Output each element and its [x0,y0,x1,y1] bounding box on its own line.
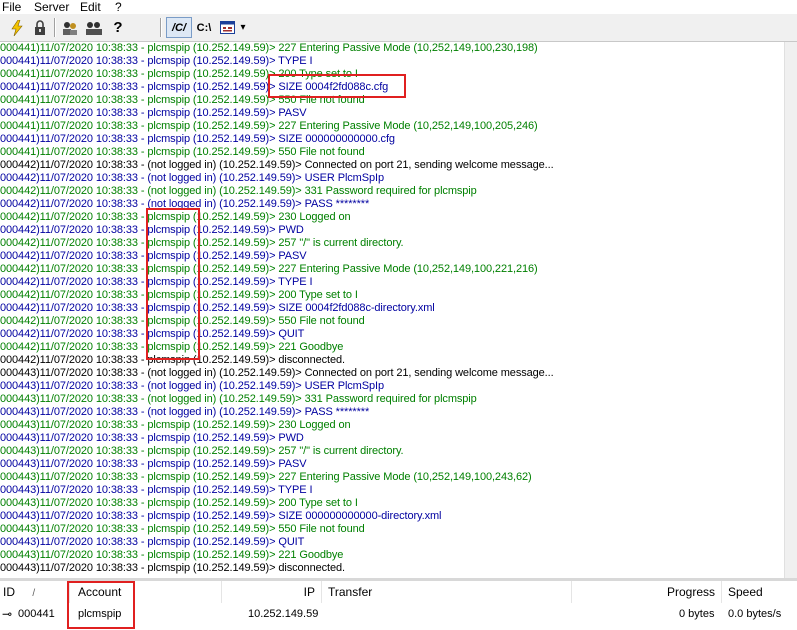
log-line: 000442)11/07/2020 10:38:33 - plcmspip (1… [0,328,305,340]
log-line: 000443)11/07/2020 10:38:33 - (not logged… [0,393,477,405]
log-line: 000443)11/07/2020 10:38:33 - plcmspip (1… [0,510,442,522]
log-line: 000443)11/07/2020 10:38:33 - plcmspip (1… [0,562,345,574]
log-line: 000442)11/07/2020 10:38:33 - (not logged… [0,198,370,210]
menu-help[interactable]: ? [115,0,122,14]
column-header-speed[interactable]: Speed [722,581,797,603]
column-header-transfer[interactable]: Transfer [322,581,572,603]
help-icon[interactable]: ? [107,17,129,38]
log-line: 000443)11/07/2020 10:38:33 - plcmspip (1… [0,523,365,535]
log-line: 000441)11/07/2020 10:38:33 - plcmspip (1… [0,42,538,54]
log-panel: 000441)11/07/2020 10:38:33 - plcmspip (1… [0,42,784,578]
log-line: 000443)11/07/2020 10:38:33 - plcmspip (1… [0,445,404,457]
sessions-panel: ID / Account IP Transfer Progress Speed … [0,581,797,630]
vertical-scrollbar[interactable] [784,42,797,578]
session-speed: 0.0 bytes/s [728,608,782,620]
log-line: 000442)11/07/2020 10:38:33 - plcmspip (1… [0,237,404,249]
log-line: 000443)11/07/2020 10:38:33 - plcmspip (1… [0,484,313,496]
log-line: 000441)11/07/2020 10:38:33 - plcmspip (1… [0,133,395,145]
dos-path-icon[interactable]: C:\ [192,17,216,38]
users-icon[interactable] [59,17,81,38]
log-line: 000442)11/07/2020 10:38:33 - (not logged… [0,172,384,184]
log-line: 000442)11/07/2020 10:38:33 - (not logged… [0,159,554,171]
log-line: 000441)11/07/2020 10:38:33 - plcmspip (1… [0,68,358,80]
log-line: 000443)11/07/2020 10:38:33 - plcmspip (1… [0,549,344,561]
menu-bar: File Server Edit ? [0,0,797,14]
log-line: 000442)11/07/2020 10:38:33 - plcmspip (1… [0,224,304,236]
log-line: 000441)11/07/2020 10:38:33 - plcmspip (1… [0,94,365,106]
dropdown-arrow-icon[interactable]: ▾ [236,17,250,38]
log-line: 000443)11/07/2020 10:38:33 - (not logged… [0,367,554,379]
help-glyph: ? [113,19,123,36]
log-line: 000442)11/07/2020 10:38:33 - plcmspip (1… [0,302,435,314]
toolbar-separator [54,18,56,37]
groups-icon[interactable] [83,17,105,38]
log-line: 000442)11/07/2020 10:38:33 - plcmspip (1… [0,341,344,353]
lock-icon[interactable] [29,17,51,38]
log-line: 000441)11/07/2020 10:38:33 - plcmspip (1… [0,107,307,119]
session-account: plcmspip [78,608,122,620]
unix-path-icon[interactable]: /C/ [166,17,192,38]
column-header-ip[interactable]: IP [222,581,322,603]
log-line: 000442)11/07/2020 10:38:33 - plcmspip (1… [0,250,307,262]
log-line: 000442)11/07/2020 10:38:33 - plcmspip (1… [0,263,538,275]
log-line: 000443)11/07/2020 10:38:33 - plcmspip (1… [0,419,351,431]
log-line: 000442)11/07/2020 10:38:33 - plcmspip (1… [0,354,345,366]
column-header-account[interactable]: Account [70,581,222,603]
log-line: 000443)11/07/2020 10:38:33 - plcmspip (1… [0,536,305,548]
session-icon: ⊸ [2,607,13,621]
log-line: 000441)11/07/2020 10:38:33 - plcmspip (1… [0,146,365,158]
menu-server[interactable]: Server [34,0,69,14]
menu-file[interactable]: File [2,0,21,14]
log-line: 000443)11/07/2020 10:38:33 - plcmspip (1… [0,471,532,483]
toolbar-separator [160,18,162,37]
log-line: 000442)11/07/2020 10:38:33 - plcmspip (1… [0,211,351,223]
log-line: 000442)11/07/2020 10:38:33 - plcmspip (1… [0,315,365,327]
column-header-id[interactable]: ID / [0,581,70,603]
column-header-progress[interactable]: Progress [572,581,722,603]
session-ip: 10.252.149.59 [248,608,319,620]
menu-edit[interactable]: Edit [80,0,101,14]
session-progress: 0 bytes [679,608,715,620]
dos-path-glyph: C:\ [196,21,212,34]
log-line: 000442)11/07/2020 10:38:33 - plcmspip (1… [0,289,358,301]
toolbar: ? /C/ C:\ ▾ [0,14,797,42]
log-line: 000443)11/07/2020 10:38:33 - plcmspip (1… [0,497,358,509]
session-id: 000441 [18,608,55,620]
log-line: 000443)11/07/2020 10:38:33 - (not logged… [0,380,384,392]
log-line: 000442)11/07/2020 10:38:33 - plcmspip (1… [0,276,313,288]
log-line: 000443)11/07/2020 10:38:33 - (not logged… [0,406,370,418]
unix-path-glyph: /C/ [171,21,187,34]
log-line: 000443)11/07/2020 10:38:33 - plcmspip (1… [0,432,304,444]
log-line: 000441)11/07/2020 10:38:33 - plcmspip (1… [0,81,389,93]
log-line: 000442)11/07/2020 10:38:33 - (not logged… [0,185,477,197]
log-line: 000441)11/07/2020 10:38:33 - plcmspip (1… [0,55,313,67]
sort-indicator: / [32,588,36,599]
dropdown-glyph: ▾ [240,22,246,33]
column-id-label: ID [3,585,15,599]
lightning-icon[interactable] [6,17,28,38]
window-icon[interactable] [216,17,238,38]
log-line: 000443)11/07/2020 10:38:33 - plcmspip (1… [0,458,307,470]
log-line: 000441)11/07/2020 10:38:33 - plcmspip (1… [0,120,538,132]
